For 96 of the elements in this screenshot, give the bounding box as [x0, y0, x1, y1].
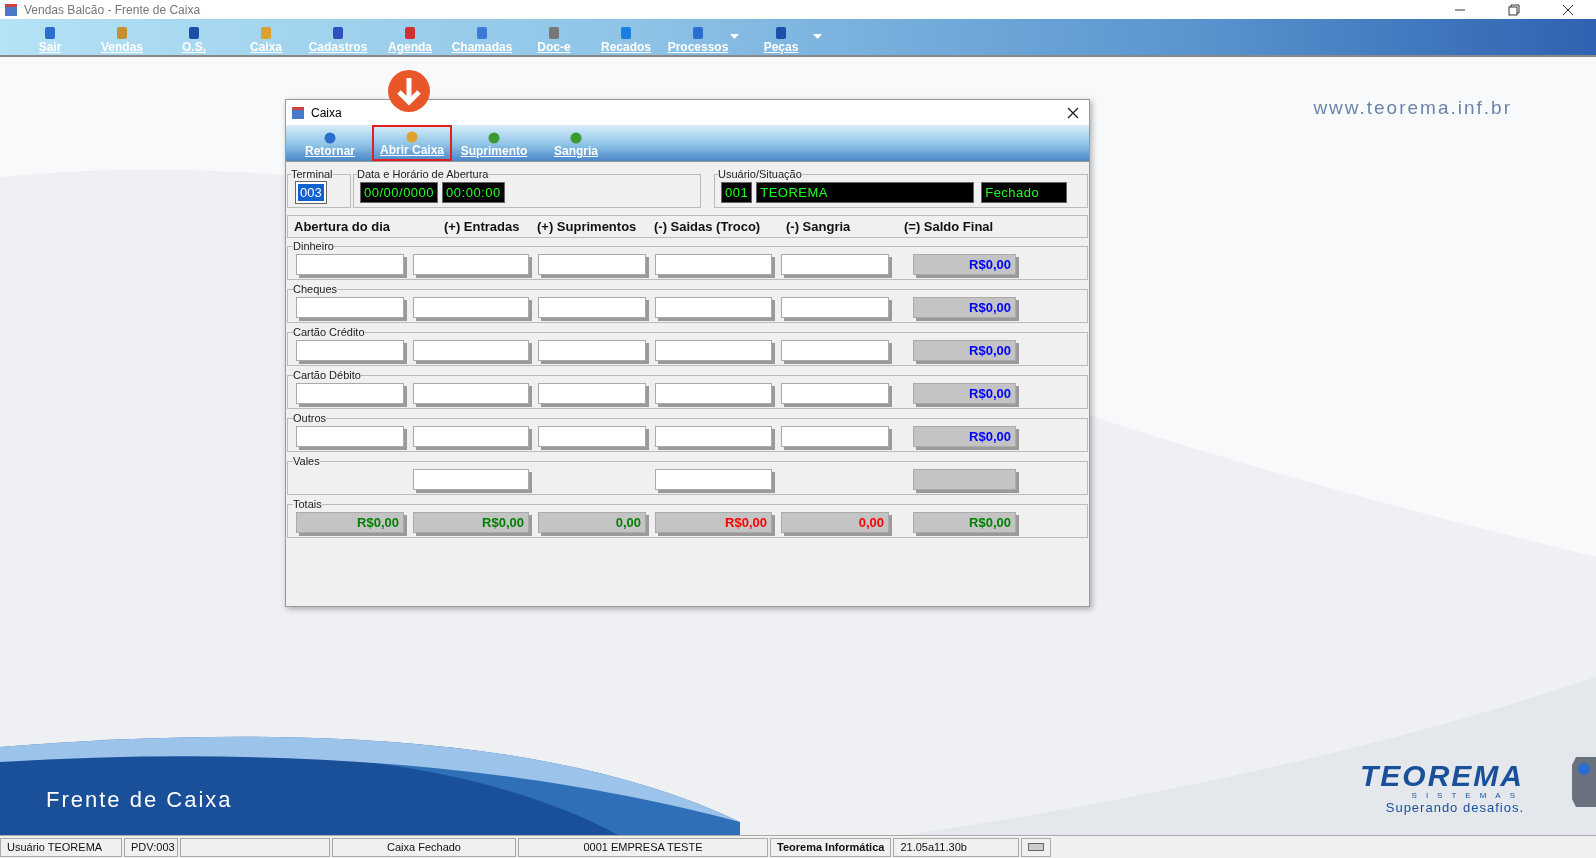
dropdown-arrow-icon[interactable] — [730, 34, 739, 39]
input-field[interactable] — [413, 340, 529, 361]
toolbar-button[interactable]: Recados — [590, 24, 662, 55]
total-field: R$0,00 — [413, 512, 529, 533]
input-field[interactable] — [296, 426, 404, 447]
logo-wordmark: TEOREMA — [1360, 761, 1524, 791]
toolbar-button[interactable]: Chamadas — [446, 24, 518, 55]
input-field[interactable] — [296, 383, 404, 404]
side-tab-icon[interactable] — [1572, 757, 1596, 807]
toolbar-button[interactable]: Doc-e — [518, 24, 590, 55]
user-name-field: TEOREMA — [756, 182, 975, 203]
total-field: R$0,00 — [913, 512, 1016, 533]
column-header: (-) Saidas (Troco) — [654, 219, 761, 234]
input-field[interactable] — [413, 469, 529, 490]
toolbar-button[interactable]: Sangria — [536, 125, 616, 161]
total-field: 0,00 — [781, 512, 889, 533]
group-label: Data e Horário de Abertura — [357, 168, 489, 180]
input-field[interactable] — [655, 426, 772, 447]
total-field: 0,00 — [538, 512, 646, 533]
group-label: Dinheiro — [293, 240, 334, 252]
toolbar-button[interactable]: Peças — [745, 24, 817, 55]
logo-subtitle: SISTEMAS — [1411, 791, 1524, 800]
toolbar-button[interactable]: Processos — [662, 24, 734, 55]
group-label: Vales — [293, 455, 320, 467]
input-field[interactable] — [538, 383, 646, 404]
user-code-field: 001 — [721, 182, 753, 203]
group-label: Usuário/Situação — [718, 168, 802, 180]
group-label: Totais — [293, 498, 322, 510]
input-field[interactable] — [538, 340, 646, 361]
input-field[interactable] — [538, 426, 646, 447]
toolbar-button[interactable]: Retornar — [290, 125, 370, 161]
dialog-title: Caixa — [311, 105, 342, 120]
total-field: R$0,00 — [913, 297, 1016, 318]
input-field[interactable] — [781, 383, 889, 404]
total-field: R$0,00 — [655, 512, 772, 533]
toolbar-button[interactable]: Sair — [14, 24, 86, 55]
group-label: Terminal — [291, 168, 333, 180]
column-header: (+) Entradas — [444, 219, 520, 234]
group-label: Cheques — [293, 283, 338, 295]
app-icon — [4, 2, 18, 17]
group-label: Cartão Crédito — [293, 326, 365, 338]
input-field[interactable] — [413, 297, 529, 318]
status-field: Fechado — [981, 182, 1068, 203]
input-field[interactable] — [655, 297, 772, 318]
close-icon[interactable] — [1562, 3, 1574, 16]
column-header: Abertura do dia — [294, 219, 391, 234]
total-field: R$0,00 — [913, 383, 1016, 404]
toolbar-button[interactable]: Cadastros — [302, 24, 374, 55]
input-field[interactable] — [296, 340, 404, 361]
input-field[interactable] — [781, 426, 889, 447]
app-icon — [291, 105, 305, 120]
input-field[interactable] — [413, 383, 529, 404]
input-field[interactable] — [538, 297, 646, 318]
status-cell: PDV:003 — [124, 837, 178, 857]
status-cell: Usuário TEOREMA — [0, 837, 122, 857]
total-field: R$0,00 — [296, 512, 404, 533]
toolbar-button[interactable]: Suprimento — [454, 125, 534, 161]
total-field: R$0,00 — [913, 426, 1016, 447]
toolbar-button[interactable]: Caixa — [230, 24, 302, 55]
input-field[interactable] — [655, 254, 772, 275]
status-cell: Teorema Informática — [770, 837, 892, 857]
column-header: (+) Suprimentos — [537, 219, 637, 234]
toolbar-button[interactable]: O.S. — [158, 24, 230, 55]
total-field: R$0,00 — [913, 254, 1016, 275]
status-cell: Caixa Fechado — [332, 837, 516, 857]
input-field[interactable] — [413, 254, 529, 275]
input-field[interactable] — [781, 297, 889, 318]
website-url: www.teorema.inf.br — [1313, 97, 1512, 119]
status-cell: 21.05a11.30b — [893, 837, 1020, 857]
input-field[interactable] — [296, 254, 404, 275]
group-label: Cartão Débito — [293, 369, 361, 381]
toolbar-button[interactable]: Vendas — [86, 24, 158, 55]
input-field[interactable] — [538, 254, 646, 275]
input-field[interactable] — [655, 383, 772, 404]
toolbar-button[interactable]: Abrir Caixa — [372, 125, 452, 161]
input-field[interactable] — [655, 340, 772, 361]
input-field[interactable] — [781, 340, 889, 361]
restore-icon[interactable] — [1508, 3, 1520, 16]
input-field[interactable] — [413, 426, 529, 447]
date-field: 00/00/0000 — [360, 182, 439, 203]
input-field[interactable] — [296, 297, 404, 318]
input-field[interactable] — [655, 469, 772, 490]
logo-slogan: Superando desafios. — [1385, 800, 1524, 815]
total-field: R$0,00 — [913, 340, 1016, 361]
status-cell: 0001 EMPRESA TESTE — [518, 837, 768, 857]
group-label: Outros — [293, 412, 326, 424]
column-header: (=) Saldo Final — [904, 219, 994, 234]
banner-title: Frente de Caixa — [46, 787, 233, 813]
close-icon[interactable] — [1067, 106, 1079, 119]
time-field: 00:00:00 — [442, 182, 505, 203]
dropdown-arrow-icon[interactable] — [813, 34, 822, 39]
input-field[interactable] — [781, 254, 889, 275]
window-title: Vendas Balcão - Frente de Caixa — [24, 2, 201, 17]
terminal-field[interactable]: 003 — [296, 182, 326, 203]
column-header: (-) Sangria — [786, 219, 851, 234]
toolbar-button[interactable]: Agenda — [374, 24, 446, 55]
